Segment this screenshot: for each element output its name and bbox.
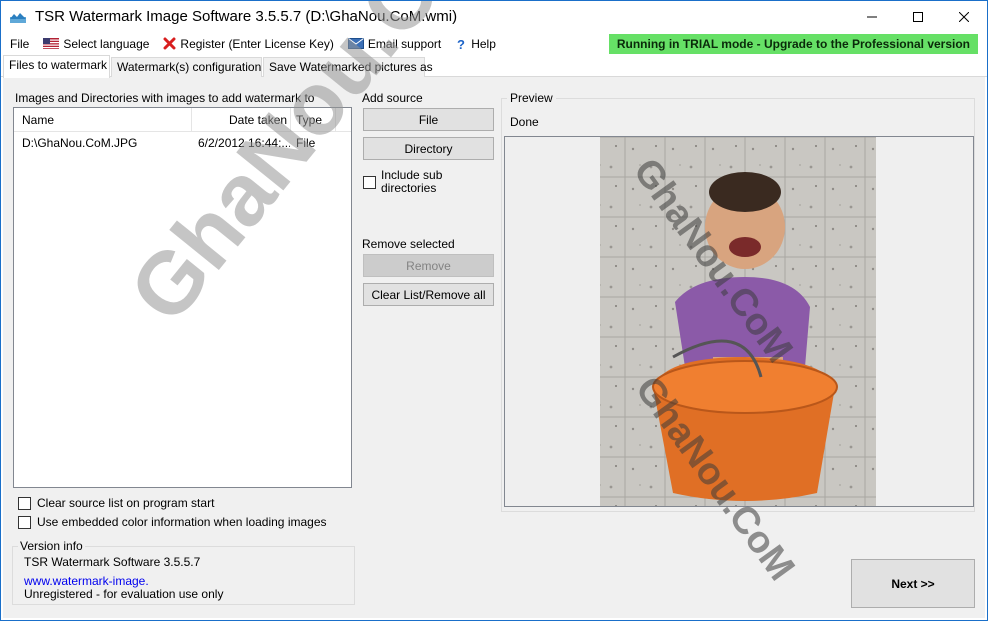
column-header-type[interactable]: Type bbox=[296, 108, 322, 132]
version-info-title: Version info bbox=[18, 539, 85, 553]
column-header-name[interactable]: Name bbox=[22, 108, 54, 132]
files-list[interactable]: Name Date taken Type D:\GhaNou.CoM.JPG 6… bbox=[13, 107, 352, 488]
column-divider[interactable] bbox=[335, 108, 336, 132]
version-text: TSR Watermark Software 3.5.5.7 bbox=[24, 555, 201, 569]
menu-file[interactable]: File bbox=[1, 32, 36, 55]
add-source-heading: Add source bbox=[362, 91, 423, 105]
red-x-icon bbox=[163, 37, 176, 50]
include-sub-directories-label: Include sub directories bbox=[381, 168, 443, 195]
us-flag-icon bbox=[43, 38, 60, 49]
clear-source-checkbox[interactable] bbox=[18, 497, 31, 510]
tab-save-watermarked[interactable]: Save Watermarked pictures as bbox=[263, 57, 433, 77]
row-type: File bbox=[296, 136, 316, 150]
website-link[interactable]: www.watermark-image. bbox=[24, 574, 149, 588]
row-name: D:\GhaNou.CoM.JPG bbox=[22, 136, 138, 150]
clear-list-button[interactable]: Clear List/Remove all bbox=[363, 283, 494, 306]
column-divider[interactable] bbox=[191, 108, 192, 132]
menu-register-label: Register (Enter License Key) bbox=[180, 36, 334, 51]
window-controls bbox=[849, 1, 987, 32]
trial-mode-banner[interactable]: Running in TRIAL mode - Upgrade to the P… bbox=[608, 34, 978, 54]
remove-selected-heading: Remove selected bbox=[362, 237, 455, 251]
add-file-button[interactable]: File bbox=[363, 108, 494, 131]
add-directory-button[interactable]: Directory bbox=[363, 137, 494, 160]
tab-strip: Files to watermark Watermark(s) configur… bbox=[1, 55, 987, 78]
clear-source-label: Clear source list on program start bbox=[37, 496, 215, 510]
menu-file-label: File bbox=[10, 36, 30, 51]
maximize-button[interactable] bbox=[895, 1, 941, 32]
minimize-button[interactable] bbox=[849, 1, 895, 32]
preview-image bbox=[600, 137, 876, 506]
tab-files-to-watermark[interactable]: Files to watermark bbox=[3, 55, 110, 78]
column-divider[interactable] bbox=[290, 108, 291, 132]
table-row[interactable]: D:\GhaNou.CoM.JPG 6/2/2012 16:44:... Fil… bbox=[14, 134, 351, 152]
minimize-icon bbox=[867, 16, 877, 17]
files-panel-heading: Images and Directories with images to ad… bbox=[15, 91, 315, 105]
title-bar[interactable]: TSR Watermark Image Software 3.5.5.7 (D:… bbox=[1, 1, 987, 32]
menu-email-support[interactable]: Email support bbox=[341, 32, 448, 55]
window-title: TSR Watermark Image Software 3.5.5.7 (D:… bbox=[35, 8, 458, 25]
remove-button[interactable]: Remove bbox=[363, 254, 494, 277]
preview-status: Done bbox=[510, 115, 539, 129]
column-header-date-taken[interactable]: Date taken bbox=[229, 108, 287, 132]
include-sub-directories-checkbox[interactable] bbox=[363, 176, 376, 189]
menu-register[interactable]: Register (Enter License Key) bbox=[156, 32, 340, 55]
row-date: 6/2/2012 16:44:... bbox=[198, 136, 290, 150]
embedded-color-checkbox[interactable] bbox=[18, 516, 31, 529]
close-icon bbox=[959, 11, 969, 22]
registration-status: Unregistered - for evaluation use only bbox=[24, 587, 224, 601]
menu-email-support-label: Email support bbox=[367, 36, 442, 51]
embedded-color-label: Use embedded color information when load… bbox=[37, 515, 327, 529]
tab-watermark-configuration[interactable]: Watermark(s) configuration bbox=[111, 57, 262, 77]
menu-select-language[interactable]: Select language bbox=[36, 32, 156, 55]
preview-title: Preview bbox=[507, 91, 556, 105]
svg-text:?: ? bbox=[457, 37, 465, 50]
close-button[interactable] bbox=[941, 1, 987, 32]
maximize-icon bbox=[913, 11, 923, 22]
menu-help-label: Help bbox=[471, 36, 496, 51]
menu-bar: File Select language Register (Enter Lic… bbox=[1, 32, 987, 55]
next-button[interactable]: Next >> bbox=[851, 559, 975, 608]
app-window: TSR Watermark Image Software 3.5.5.7 (D:… bbox=[0, 0, 988, 621]
envelope-icon bbox=[347, 38, 364, 49]
help-question-icon: ? bbox=[455, 37, 467, 50]
files-list-header: Name Date taken Type bbox=[14, 108, 351, 132]
preview-frame bbox=[504, 136, 974, 507]
app-logo-icon bbox=[10, 11, 26, 23]
menu-help[interactable]: ? Help bbox=[448, 32, 503, 55]
menu-select-language-label: Select language bbox=[63, 36, 150, 51]
